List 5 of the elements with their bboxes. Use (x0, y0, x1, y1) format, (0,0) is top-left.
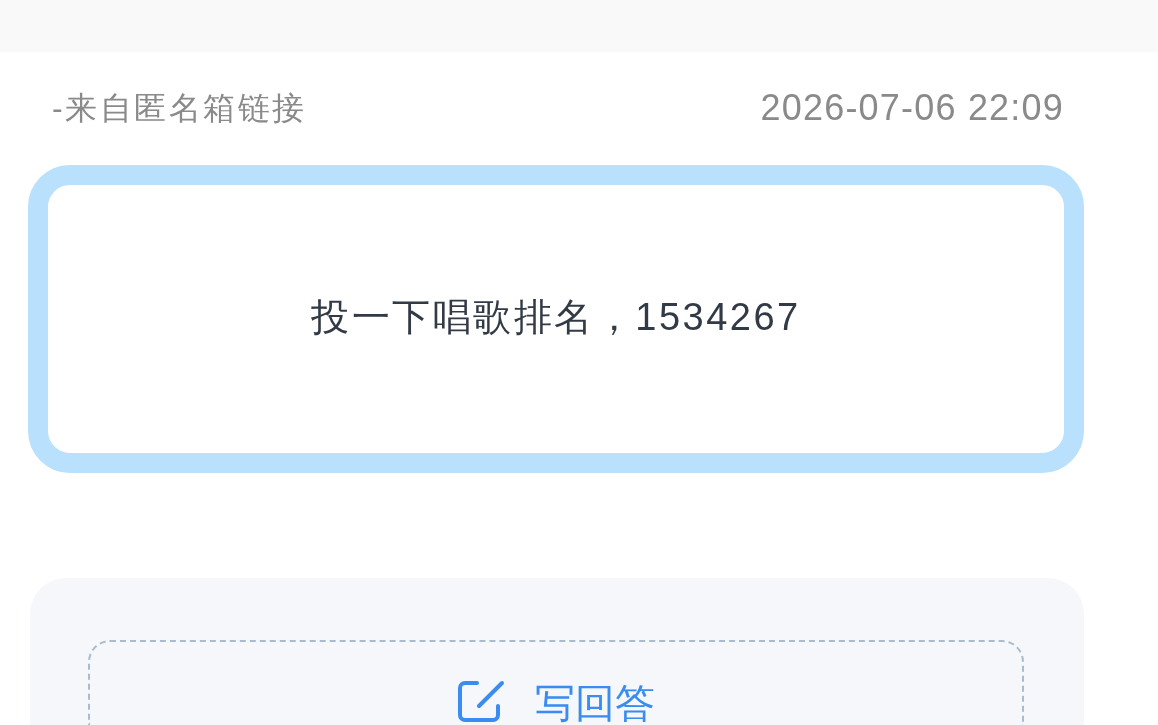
timestamp: 2026-07-06 22:09 (760, 88, 1064, 128)
source-label: -来自匿名箱链接 (52, 89, 307, 128)
question-text: 投一下唱歌排名，1534267 (311, 295, 801, 340)
edit-icon (457, 680, 505, 722)
write-answer-button[interactable]: 写回答 (88, 640, 1024, 725)
